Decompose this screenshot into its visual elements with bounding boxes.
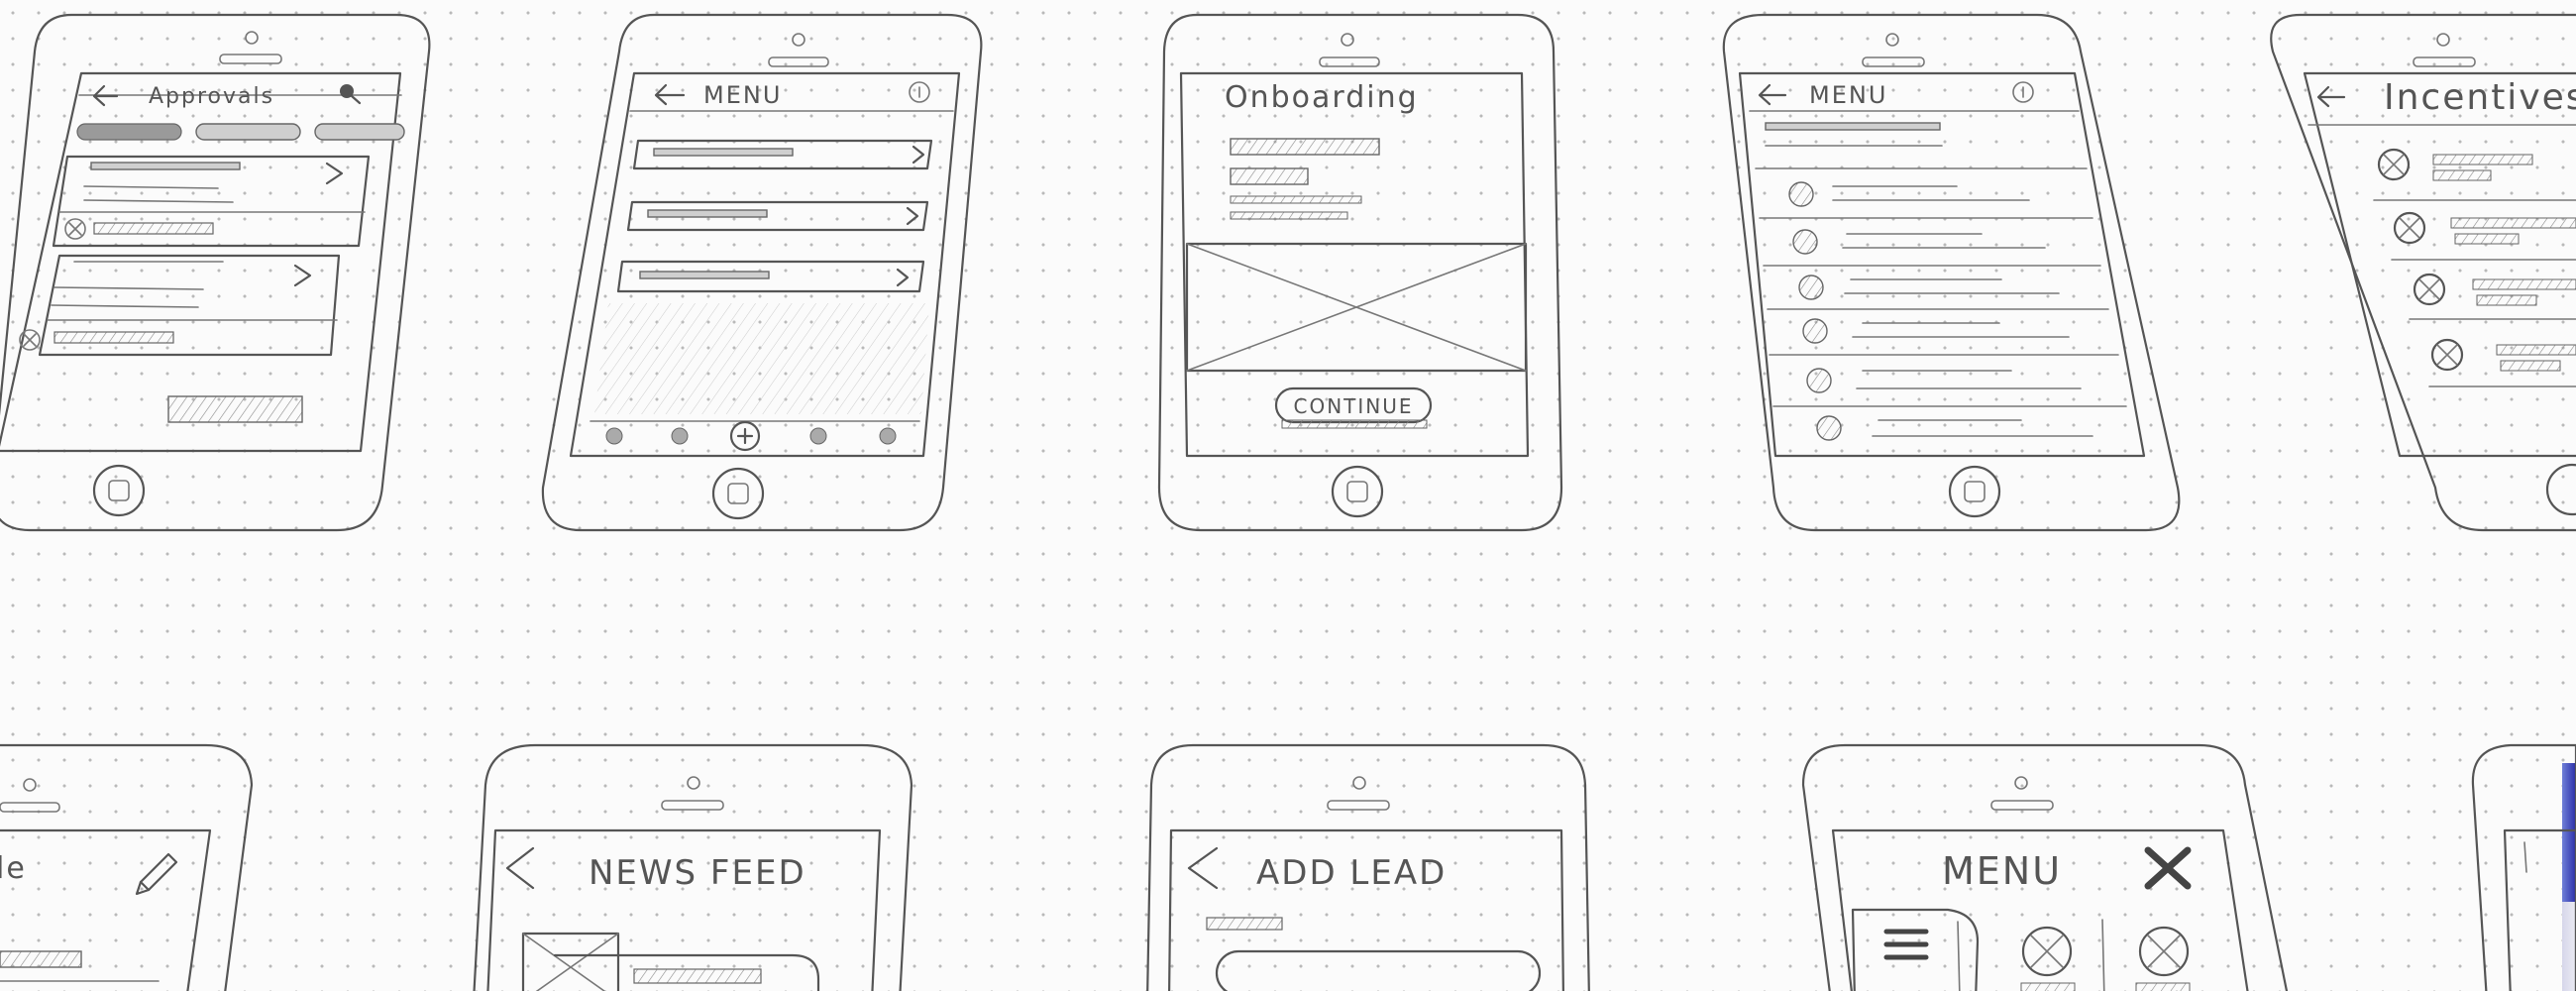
chevron-right-icon[interactable] — [293, 264, 312, 287]
phone-cutoff-right — [2471, 743, 2576, 991]
incentive-row[interactable] — [2430, 338, 2576, 372]
camera-icon — [792, 33, 805, 47]
list-item[interactable] — [1806, 368, 2082, 393]
phone-approvals: Approvals — [0, 13, 431, 532]
incentive-row[interactable] — [2377, 148, 2533, 181]
speaker-slot — [0, 802, 60, 813]
speaker-slot — [1862, 56, 1925, 67]
image-placeholder — [1185, 242, 1528, 373]
edit-pencil-icon[interactable] — [135, 852, 178, 896]
back-arrow-icon[interactable] — [2316, 85, 2346, 108]
lead-name-field[interactable] — [1215, 949, 1542, 991]
approve-label — [54, 331, 174, 344]
camera-icon — [1341, 33, 1354, 47]
incentive-row[interactable] — [2413, 273, 2576, 306]
screen-title-news-feed: NEWS FEED — [589, 853, 806, 893]
wireframe-board: Approvals MENU Onboarding CONTINUE MENU … — [0, 13, 2576, 991]
home-button[interactable] — [92, 464, 146, 517]
phone-news-feed: NEWS FEED — [473, 743, 913, 991]
screen-title-approvals: Approvals — [149, 84, 274, 109]
avatar — [1798, 275, 1824, 300]
avatar — [1806, 368, 1832, 393]
avatar — [1816, 415, 1842, 441]
speaker-slot — [1327, 800, 1390, 811]
home-button[interactable] — [711, 467, 765, 520]
screen-title-onboarding: Onboarding — [1225, 80, 1419, 115]
back-arrow-icon[interactable] — [1187, 846, 1219, 890]
back-arrow-icon[interactable] — [505, 846, 535, 890]
tab-bar — [605, 420, 897, 452]
submit-button[interactable] — [167, 395, 303, 423]
screen-title-menu: MENU — [1942, 849, 2062, 893]
chevron-right-icon[interactable] — [906, 206, 919, 226]
info-icon[interactable] — [909, 81, 930, 103]
menu-tile-1[interactable] — [2020, 926, 2076, 991]
hamburger-icon[interactable] — [1883, 929, 1929, 960]
phone-add-lead: ADD LEAD — [1146, 743, 1590, 991]
list-item[interactable] — [1816, 415, 2093, 441]
speaker-slot — [2413, 56, 2476, 67]
search-icon[interactable] — [340, 84, 362, 105]
menu-tile-2[interactable] — [2135, 926, 2191, 991]
phone-menu-1: MENU — [541, 13, 983, 532]
speaker-slot — [661, 800, 724, 811]
news-item[interactable] — [521, 932, 820, 991]
list-item[interactable] — [1792, 229, 2046, 255]
screen-title-add-lead: ADD LEAD — [1256, 853, 1447, 893]
phone-profile: le — [0, 743, 254, 991]
avatar — [1788, 181, 1814, 207]
back-arrow-icon[interactable] — [654, 83, 686, 106]
speaker-slot — [1319, 56, 1380, 67]
chevron-right-icon[interactable] — [896, 268, 910, 287]
phone-menu-2: MENU — [1722, 13, 2181, 532]
screen-title-menu: MENU — [1809, 81, 1887, 109]
incentive-row[interactable] — [2393, 211, 2576, 245]
camera-icon — [1352, 776, 1366, 790]
phone-menu-3: MENU — [1801, 743, 2289, 991]
list-item[interactable] — [1788, 181, 2030, 207]
home-button[interactable] — [1331, 465, 1384, 518]
screen-title-incentives: Incentives — [2384, 77, 2576, 118]
image-placeholder — [521, 932, 620, 991]
home-button[interactable] — [2545, 463, 2576, 516]
list-item[interactable] — [1798, 275, 2060, 300]
speaker-slot — [219, 54, 282, 64]
menu-drawer — [1851, 908, 1980, 991]
speaker-slot — [768, 56, 829, 67]
tab-dot-4[interactable] — [879, 427, 897, 445]
phone-onboarding: Onboarding CONTINUE — [1157, 13, 1563, 532]
continue-button[interactable]: CONTINUE — [1274, 386, 1433, 429]
camera-icon — [687, 776, 700, 790]
approve-label — [93, 222, 214, 235]
close-icon[interactable] — [2144, 846, 2192, 890]
filter-tab-2[interactable] — [195, 123, 301, 141]
camera-icon — [1885, 33, 1899, 47]
camera-icon — [2436, 33, 2450, 47]
chevron-right-icon[interactable] — [325, 162, 344, 185]
chevron-right-icon[interactable] — [912, 145, 925, 165]
shaded-area — [594, 303, 929, 414]
home-button[interactable] — [1948, 465, 2001, 518]
filter-tab-3[interactable] — [314, 123, 405, 141]
continue-label: CONTINUE — [1293, 394, 1413, 418]
avatar — [1792, 229, 1818, 255]
field-label — [1206, 917, 1283, 931]
camera-icon — [245, 31, 259, 45]
speaker-slot — [1990, 800, 2054, 811]
screen-title-menu: MENU — [703, 81, 782, 109]
tab-dot-1[interactable] — [605, 427, 623, 445]
camera-icon — [2014, 776, 2028, 790]
phone-incentives: Incentives — [2270, 13, 2576, 532]
back-arrow-icon[interactable] — [1758, 83, 1787, 106]
tab-dot-3[interactable] — [809, 427, 827, 445]
screen-title-profile: le — [0, 851, 27, 886]
list-item[interactable] — [1802, 318, 2070, 344]
back-arrow-icon[interactable] — [92, 84, 119, 107]
avatar — [1802, 318, 1828, 344]
filter-tab-1[interactable] — [76, 123, 182, 141]
card-line — [90, 162, 241, 170]
tab-dot-2[interactable] — [671, 427, 689, 445]
camera-icon — [23, 778, 37, 792]
info-icon[interactable] — [2012, 81, 2034, 103]
